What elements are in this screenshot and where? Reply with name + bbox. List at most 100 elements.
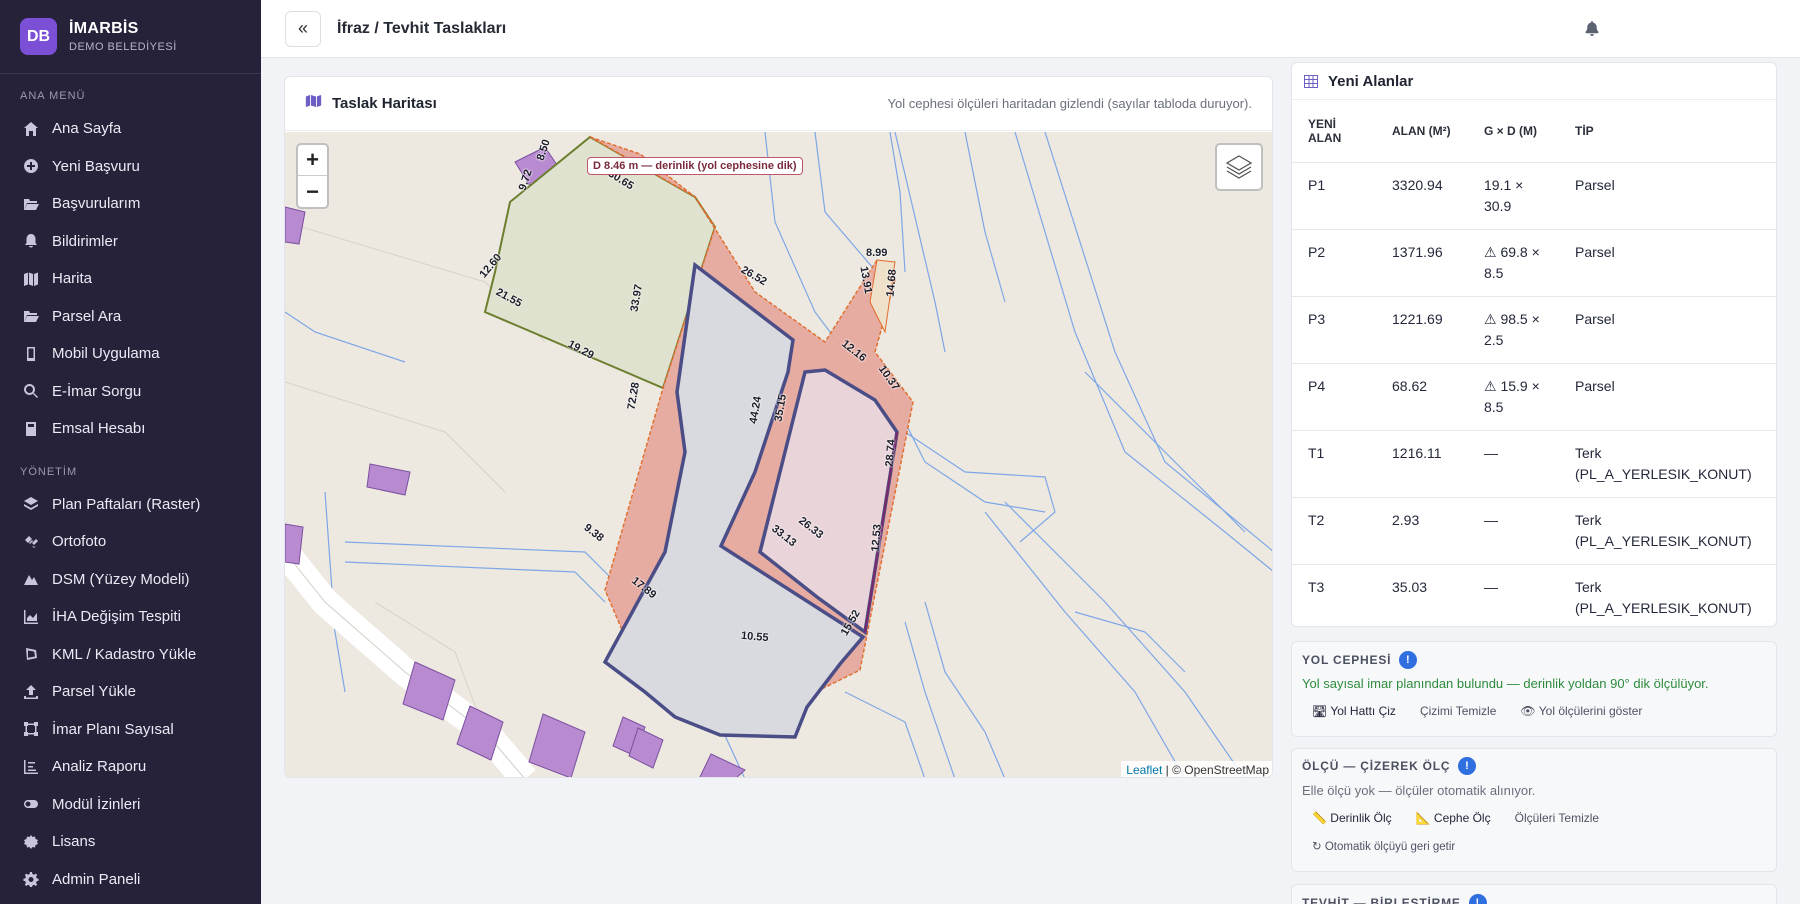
sidebar-item-yeni-ba-vuru[interactable]: Yeni Başvuru bbox=[0, 148, 261, 186]
home-icon bbox=[22, 120, 40, 138]
sidebar-item-e-i-mar-sorgu[interactable]: E-İmar Sorgu bbox=[0, 373, 261, 411]
cell-gd: ⚠ 98.5 × 2.5 bbox=[1468, 296, 1559, 364]
osm-attribution: | © OpenStreetMap bbox=[1165, 763, 1269, 777]
layers-button[interactable] bbox=[1215, 143, 1263, 191]
table-row: P3 1221.69 ⚠ 98.5 × 2.5 Parsel bbox=[1292, 296, 1776, 364]
satellite-icon bbox=[22, 533, 40, 551]
draw-road-line-button[interactable]: 🛣 Yol Hattı Çiz bbox=[1302, 699, 1406, 723]
sidebar-item-analiz-raporu[interactable]: Analiz Raporu bbox=[0, 748, 261, 786]
cell-type: Parsel bbox=[1559, 229, 1776, 297]
brand: DB İMARBİS DEMO BELEDİYESİ bbox=[0, 0, 261, 74]
cell-area: 1221.69 bbox=[1376, 296, 1468, 364]
table-icon bbox=[1304, 74, 1318, 88]
measure-title-row: ÖLÇÜ — ÇİZEREK ÖLÇ ! bbox=[1302, 757, 1766, 775]
sidebar-item-parsel-y-kle[interactable]: Parsel Yükle bbox=[0, 673, 261, 711]
map-note: Yol cephesi ölçüleri haritadan gizlendi … bbox=[887, 96, 1252, 111]
sidebar-item-label: Mobil Uygulama bbox=[52, 345, 160, 363]
calculator-icon bbox=[22, 420, 40, 438]
new-areas-card: Yeni Alanlar YENİ ALAN ALAN (M²) G × D (… bbox=[1291, 62, 1777, 627]
table-header-row: YENİ ALAN ALAN (M²) G × D (M) TİP bbox=[1292, 100, 1776, 163]
cell-area: 68.62 bbox=[1376, 363, 1468, 431]
map-title: Taslak Haritası bbox=[332, 95, 437, 112]
sidebar-item-label: Lisans bbox=[52, 833, 96, 851]
cog-icon bbox=[22, 870, 40, 888]
sidebar-item-emsal-hesab[interactable]: Emsal Hesabı bbox=[0, 410, 261, 448]
cell-type: Parsel bbox=[1559, 363, 1776, 431]
sidebar-item-label: Harita bbox=[52, 270, 93, 288]
collapse-sidebar-button[interactable]: « bbox=[285, 10, 321, 47]
sidebar-item-mobil-uygulama[interactable]: Mobil Uygulama bbox=[0, 335, 261, 373]
new-areas-header: Yeni Alanlar bbox=[1292, 63, 1776, 100]
cell-gd: ⚠ 15.9 × 8.5 bbox=[1468, 363, 1559, 431]
zoom-out-button[interactable]: − bbox=[298, 176, 327, 207]
cell-area: 3320.94 bbox=[1376, 162, 1468, 230]
map-attribution: Leaflet | © OpenStreetMap bbox=[1121, 761, 1272, 777]
mountain-icon bbox=[22, 570, 40, 588]
merge-info-icon[interactable]: ! bbox=[1468, 894, 1487, 904]
map-icon bbox=[22, 270, 40, 288]
sidebar-item-label: Yeni Başvuru bbox=[52, 157, 140, 175]
sidebar-item-parsel-ara[interactable]: Parsel Ara bbox=[0, 298, 261, 336]
dimension-label: 8.99 bbox=[866, 247, 888, 259]
cell-id: P1 bbox=[1292, 162, 1376, 230]
sidebar-item-ortofoto[interactable]: Ortofoto bbox=[0, 523, 261, 561]
sidebar-item-i-mar-plan-say-sal[interactable]: İmar Planı Sayısal bbox=[0, 711, 261, 749]
map-canvas[interactable]: 8.50 30.65 9.72 12.60 21.55 19.29 33.97 26.52 72… bbox=[285, 132, 1273, 778]
sidebar-item-label: Ortofoto bbox=[52, 533, 107, 551]
cell-gd: — bbox=[1468, 564, 1559, 626]
cell-type: Terk (PL_A_YERLESIK_KONUT) bbox=[1559, 430, 1776, 498]
cell-id: T2 bbox=[1292, 497, 1376, 565]
clear-drawing-button[interactable]: Çizimi Temizle bbox=[1410, 699, 1506, 723]
mobile-icon bbox=[22, 345, 40, 363]
merge-panel: TEVHİT — BİRLEŞTİRME ! bbox=[1291, 884, 1777, 904]
notification-bell-icon[interactable] bbox=[1581, 17, 1603, 39]
cell-id: T1 bbox=[1292, 430, 1376, 498]
sidebar-item-harita[interactable]: Harita bbox=[0, 260, 261, 298]
zoom-in-button[interactable]: + bbox=[298, 145, 327, 176]
map-svg[interactable] bbox=[285, 132, 1273, 778]
sidebar: DB İMARBİS DEMO BELEDİYESİ ANA MENÜ Ana … bbox=[0, 0, 261, 904]
sidebar-item-kml-kadastro-y-kle[interactable]: KML / Kadastro Yükle bbox=[0, 636, 261, 674]
brand-logo: DB bbox=[20, 18, 57, 55]
cell-id: P4 bbox=[1292, 363, 1376, 431]
sidebar-item-lisans[interactable]: Lisans bbox=[0, 823, 261, 861]
sidebar-item-label: Parsel Ara bbox=[52, 307, 122, 325]
sidebar-item-label: KML / Kadastro Yükle bbox=[52, 645, 197, 663]
measure-depth-button[interactable]: 📏 Derinlik Ölç bbox=[1302, 806, 1402, 830]
cell-area: 1371.96 bbox=[1376, 229, 1468, 297]
dimension-label: 10.55 bbox=[740, 629, 770, 645]
restore-auto-measure-button[interactable]: ↻ Otomatik ölçüyü geri getir bbox=[1302, 834, 1465, 858]
main-menu-label: ANA MENÜ bbox=[20, 90, 86, 102]
measure-info-icon[interactable]: ! bbox=[1458, 757, 1477, 775]
sidebar-item-mod-l-i-zinleri[interactable]: Modül İzinleri bbox=[0, 786, 261, 824]
sidebar-item-label: Başvurularım bbox=[52, 195, 141, 213]
sidebar-item-i-ha-de-i-im-tespiti[interactable]: İHA Değişim Tespiti bbox=[0, 598, 261, 636]
table-row: T3 35.03— Terk (PL_A_YERLESIK_KONUT) bbox=[1292, 564, 1776, 626]
measure-restore-row: ↻ Otomatik ölçüyü geri getir bbox=[1302, 834, 1766, 858]
new-areas-table: YENİ ALAN ALAN (M²) G × D (M) TİP P1 3320… bbox=[1292, 100, 1776, 626]
sidebar-item-label: İmar Planı Sayısal bbox=[52, 720, 174, 738]
sidebar-item-ana-sayfa[interactable]: Ana Sayfa bbox=[0, 110, 261, 148]
cell-type: Terk (PL_A_YERLESIK_KONUT) bbox=[1559, 564, 1776, 626]
road-actions: 🛣 Yol Hattı Çiz Çizimi Temizle 👁 Yol ölç… bbox=[1302, 699, 1766, 723]
zoom-control: + − bbox=[296, 143, 329, 209]
cell-id: P2 bbox=[1292, 229, 1376, 297]
sidebar-item-label: Modül İzinleri bbox=[52, 795, 141, 813]
table-row: P4 68.62 ⚠ 15.9 × 8.5 Parsel bbox=[1292, 363, 1776, 431]
cell-type: Parsel bbox=[1559, 296, 1776, 364]
sidebar-item-admin-paneli[interactable]: Admin Paneli bbox=[0, 861, 261, 899]
measure-front-button[interactable]: 📐 Cephe Ölç bbox=[1406, 806, 1501, 830]
show-road-measures-button[interactable]: 👁 Yol ölçülerini göster bbox=[1510, 699, 1652, 723]
sidebar-item-plan-paftalar-raster[interactable]: Plan Paftaları (Raster) bbox=[0, 486, 261, 524]
road-info-icon[interactable]: ! bbox=[1399, 651, 1418, 669]
sidebar-item-bildirimler[interactable]: Bildirimler bbox=[0, 223, 261, 261]
table-row: T2 2.93— Terk (PL_A_YERLESIK_KONUT) bbox=[1292, 497, 1776, 565]
clear-measures-button[interactable]: Ölçüleri Temizle bbox=[1505, 806, 1609, 830]
col-new-area: YENİ ALAN bbox=[1292, 100, 1376, 163]
leaflet-link[interactable]: Leaflet bbox=[1126, 763, 1162, 777]
sidebar-item-ba-vurular-m[interactable]: Başvurularım bbox=[0, 185, 261, 223]
sidebar-item-dsm-y-zey-modeli[interactable]: DSM (Yüzey Modeli) bbox=[0, 561, 261, 599]
cell-area: 1216.11 bbox=[1376, 430, 1468, 498]
merge-title: TEVHİT — BİRLEŞTİRME bbox=[1302, 896, 1461, 904]
folder-open-icon bbox=[22, 195, 40, 213]
